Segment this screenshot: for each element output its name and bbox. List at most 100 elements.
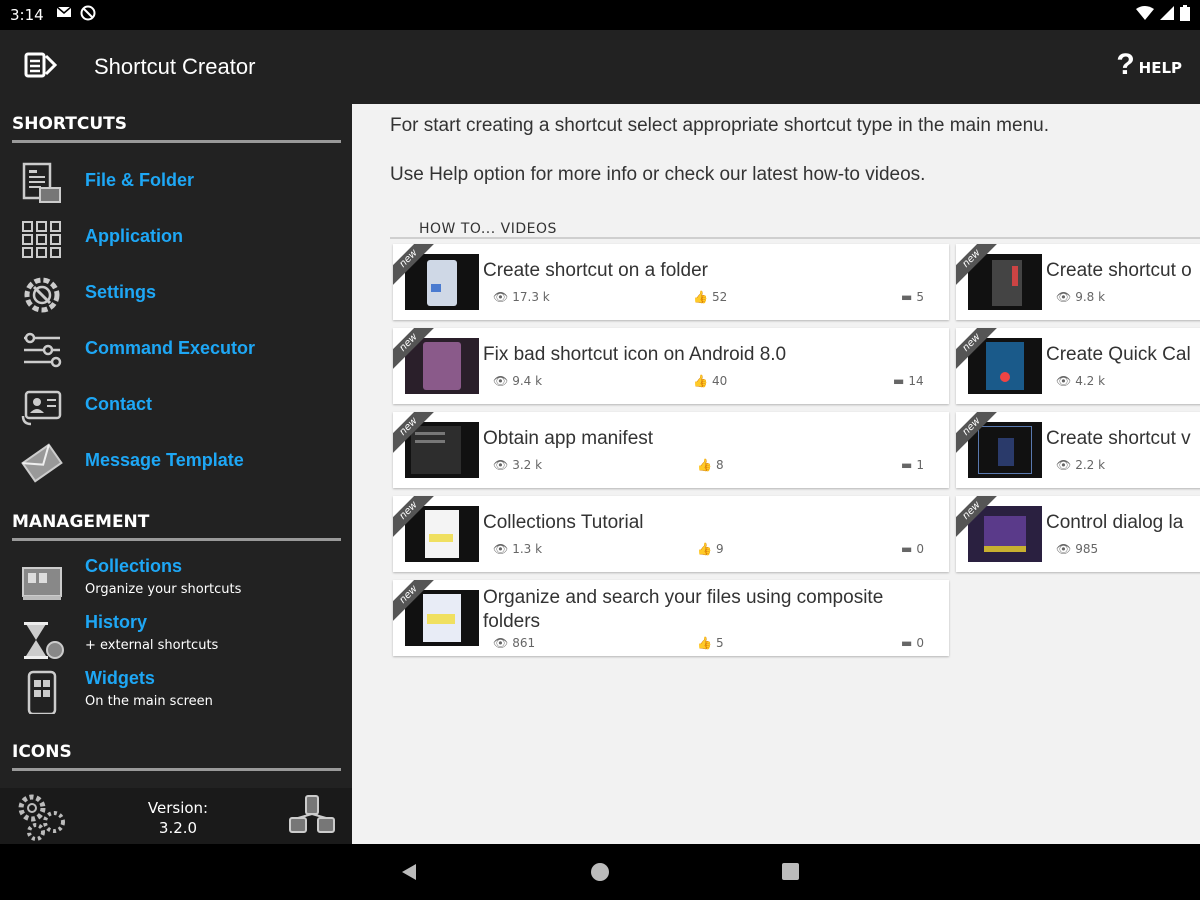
- sidebar-item-label: Settings: [85, 282, 157, 302]
- status-icons-right: [1136, 5, 1190, 21]
- history-icon: [24, 622, 64, 659]
- app-title: Shortcut Creator: [94, 54, 256, 79]
- comments-stat: ▬ 1: [901, 458, 924, 472]
- views-count: 1.3 k: [512, 542, 543, 556]
- sidebar-item-subtitle: + external shortcuts: [85, 638, 219, 653]
- app-bar: Shortcut Creator ? HELP: [0, 30, 1200, 104]
- help-label: HELP: [1138, 59, 1182, 77]
- likes-stat: 👍 52: [693, 290, 727, 304]
- video-thumbnail: [968, 506, 1042, 562]
- video-title: Create shortcut o: [1046, 260, 1192, 281]
- comment-icon: ▬: [901, 458, 913, 472]
- comments-stat: ▬ 0: [901, 542, 924, 556]
- sidebar-item-collections[interactable]: Collections Organize your shortcuts: [0, 556, 352, 612]
- views-count: 9.8 k: [1075, 290, 1106, 304]
- comments-count: 14: [908, 374, 924, 388]
- video-card[interactable]: new Organize and search your files using…: [393, 580, 949, 656]
- help-icon: ?: [1116, 48, 1135, 81]
- sidebar-footer: Version: 3.2.0: [0, 788, 352, 844]
- eye-icon: 👁: [493, 458, 509, 472]
- comments-count: 1: [916, 458, 924, 472]
- eye-icon: 👁: [493, 374, 509, 388]
- sidebar-item-message-template[interactable]: Message Template: [0, 436, 352, 488]
- message-template-icon: [21, 443, 63, 483]
- section-divider: [12, 538, 341, 541]
- sidebar-item-widgets[interactable]: Widgets On the main screen: [0, 668, 352, 724]
- video-card[interactable]: new Fix bad shortcut icon on Android 8.0…: [393, 328, 949, 404]
- recent-apps-button[interactable]: [782, 863, 799, 880]
- sidebar-item-application[interactable]: Application: [0, 212, 352, 264]
- video-title: Create shortcut v: [1046, 428, 1191, 449]
- comments-count: 0: [916, 636, 924, 650]
- gears-settings-icon[interactable]: [14, 792, 70, 842]
- home-button[interactable]: [591, 863, 609, 881]
- views-stat: 👁 1.3 k: [493, 542, 542, 556]
- video-card[interactable]: new Create shortcut o 👁 9.8 k: [956, 244, 1200, 320]
- views-stat: 👁 9.4 k: [493, 374, 542, 388]
- section-title-management: MANAGEMENT: [12, 512, 150, 532]
- video-card[interactable]: new Create Quick Cal 👁 4.2 k: [956, 328, 1200, 404]
- sidebar-item-label: Command Executor: [85, 338, 256, 358]
- sidebar-item-command-executor[interactable]: Command Executor: [0, 324, 352, 376]
- sidebar-item-label: Collections: [85, 556, 183, 576]
- help-button[interactable]: ? HELP: [1116, 48, 1182, 82]
- views-stat: 👁 4.2 k: [1056, 374, 1105, 388]
- video-card[interactable]: new Create shortcut on a folder 👁 17.3 k …: [393, 244, 949, 320]
- comments-count: 5: [916, 290, 924, 304]
- video-title: Create Quick Cal: [1046, 344, 1191, 365]
- sidebar-item-label: File & Folder: [85, 170, 195, 190]
- video-title: Collections Tutorial: [483, 512, 644, 533]
- video-thumbnail: [968, 338, 1042, 394]
- settings-icon: [24, 277, 60, 313]
- sidebar-item-contact[interactable]: Contact: [0, 380, 352, 432]
- video-title: Control dialog la: [1046, 512, 1184, 533]
- video-card[interactable]: new Control dialog la 👁 985: [956, 496, 1200, 572]
- navigation-drawer: SHORTCUTS File & Folder Application Sett…: [0, 104, 352, 844]
- sidebar-item-label: Application: [85, 226, 183, 246]
- sidebar-item-settings[interactable]: Settings: [0, 268, 352, 320]
- sidebar-item-label: History: [85, 612, 148, 632]
- eye-icon: 👁: [1056, 290, 1072, 304]
- video-card[interactable]: new Obtain app manifest 👁 3.2 k 👍 8 ▬ 1: [393, 412, 949, 488]
- eye-icon: 👁: [493, 290, 509, 304]
- section-title-icons[interactable]: ICONS: [12, 742, 72, 762]
- eye-icon: 👁: [1056, 542, 1072, 556]
- back-icon[interactable]: [400, 863, 418, 881]
- views-stat: 👁 9.8 k: [1056, 290, 1105, 304]
- section-divider: [12, 140, 341, 143]
- version-value: 3.2.0: [158, 819, 198, 837]
- status-time: 3:14: [10, 6, 44, 24]
- share-devices-icon[interactable]: [286, 792, 338, 842]
- eye-icon: 👁: [493, 636, 509, 650]
- video-thumbnail: [968, 254, 1042, 310]
- battery-icon: [1180, 5, 1190, 21]
- views-stat: 👁 17.3 k: [493, 290, 550, 304]
- eye-icon: 👁: [493, 542, 509, 556]
- drawer-toggle-button[interactable]: [24, 50, 64, 84]
- video-card[interactable]: new Create shortcut v 👁 2.2 k: [956, 412, 1200, 488]
- views-count: 17.3 k: [512, 290, 550, 304]
- command-executor-icon: [24, 332, 62, 368]
- likes-count: 8: [715, 458, 724, 472]
- section-divider: [12, 768, 341, 771]
- sidebar-item-subtitle: Organize your shortcuts: [85, 582, 242, 597]
- sidebar-item-label: Widgets: [85, 668, 155, 688]
- comment-icon: ▬: [901, 636, 913, 650]
- video-card[interactable]: new Collections Tutorial 👁 1.3 k 👍 9 ▬ 0: [393, 496, 949, 572]
- status-icons-left: [56, 5, 96, 21]
- sidebar-item-subtitle: On the main screen: [85, 694, 213, 709]
- comments-stat: ▬ 0: [901, 636, 924, 650]
- sidebar-item-file-folder[interactable]: File & Folder: [0, 156, 352, 208]
- eye-icon: 👁: [1056, 458, 1072, 472]
- video-thumbnail: [405, 422, 479, 478]
- likes-stat: 👍 8: [697, 458, 724, 472]
- views-count: 3.2 k: [512, 458, 543, 472]
- intro-text-1: For start creating a shortcut select app…: [390, 115, 1049, 136]
- views-stat: 👁 985: [1056, 542, 1098, 556]
- video-thumbnail: [405, 590, 479, 646]
- comments-stat: ▬ 5: [901, 290, 924, 304]
- videos-section-title: HOW TO... VIDEOS: [419, 221, 557, 237]
- sidebar-item-history[interactable]: History + external shortcuts: [0, 612, 352, 668]
- thumbs-up-icon: 👍: [693, 290, 708, 304]
- video-thumbnail: [405, 338, 479, 394]
